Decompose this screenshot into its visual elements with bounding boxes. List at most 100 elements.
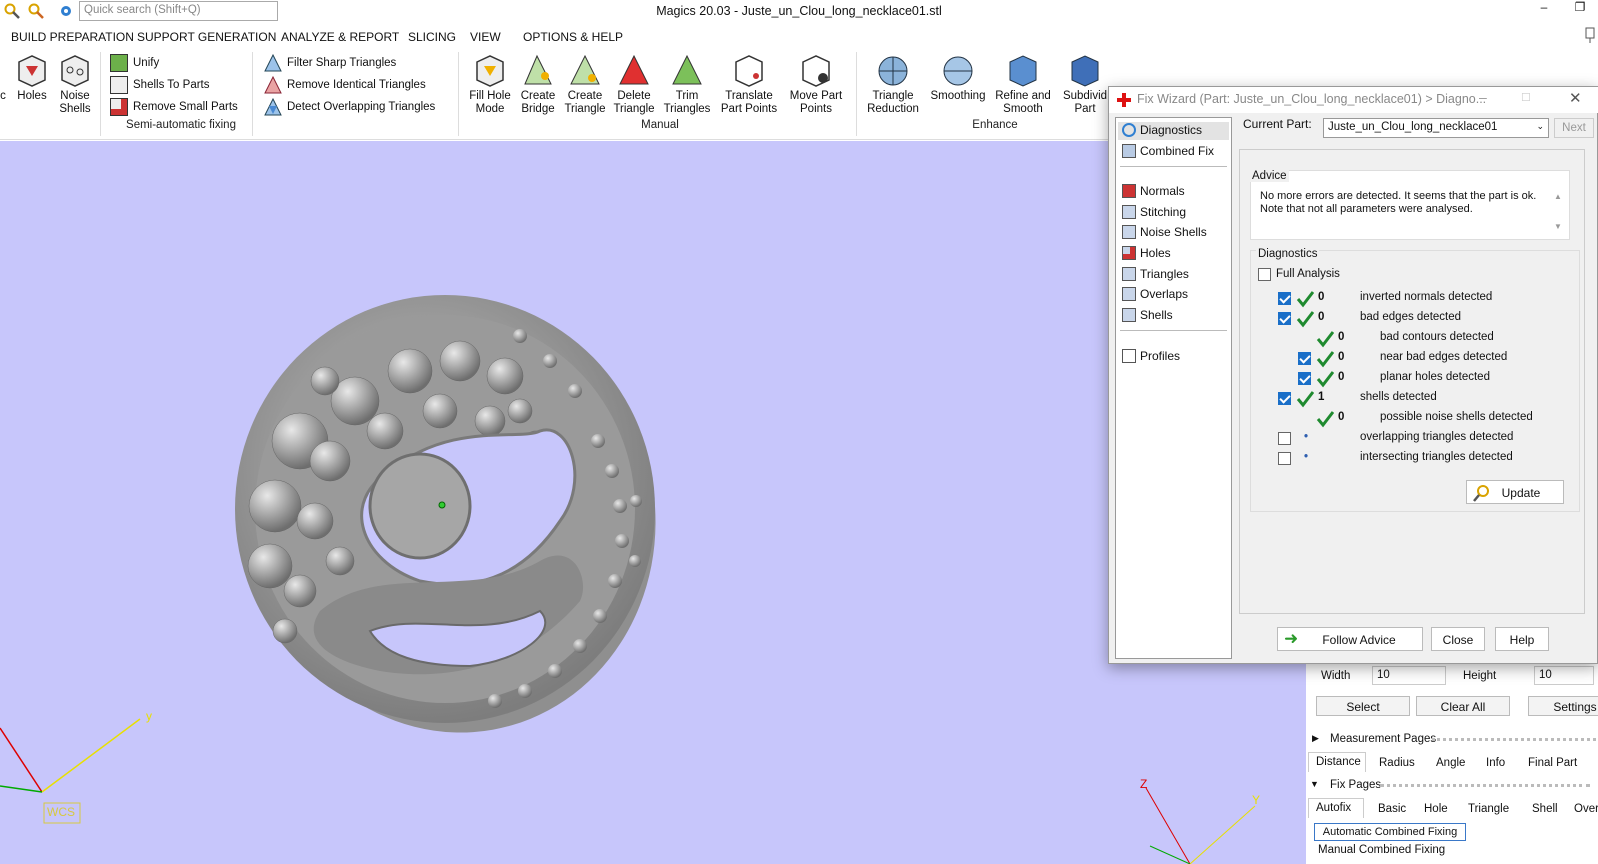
nav-overlaps[interactable]: Overlaps	[1122, 287, 1188, 301]
move-l1: Move Part	[789, 90, 843, 102]
current-part-select[interactable]: Juste_un_Clou_long_necklace01 ⌄	[1323, 118, 1549, 138]
noise-shells-button[interactable]: Noise Shells	[55, 54, 95, 116]
nav-stitching[interactable]: Stitching	[1122, 205, 1186, 219]
unify-button[interactable]: Unify	[110, 54, 159, 72]
tab-triangle[interactable]: Triangle	[1468, 803, 1509, 815]
create-triangle-button[interactable]: Create Triangle	[562, 54, 608, 116]
clear-all-button[interactable]: Clear All	[1416, 696, 1510, 716]
follow-advice-label: Follow Advice	[1322, 633, 1396, 647]
tab-angle[interactable]: Angle	[1436, 757, 1465, 769]
nav-divider	[1120, 330, 1227, 331]
height-input[interactable]: 10	[1534, 666, 1594, 685]
tab-radius[interactable]: Radius	[1379, 757, 1415, 769]
unify-icon	[110, 54, 128, 72]
tab-final-part[interactable]: Final Part	[1528, 757, 1577, 769]
diagnostic-checkbox[interactable]	[1278, 312, 1291, 325]
refine-smooth-button[interactable]: Refine and Smooth	[992, 54, 1054, 116]
tab-basic[interactable]: Basic	[1378, 803, 1406, 815]
remove-small-parts-button[interactable]: Remove Small Parts	[110, 98, 238, 116]
dialog-close-x-button[interactable]: ✕	[1569, 89, 1582, 107]
full-analysis-checkbox[interactable]	[1258, 268, 1271, 281]
triangle-reduction-button[interactable]: Triangle Reduction	[862, 54, 924, 116]
subdivide-l2: Part	[1074, 103, 1096, 115]
shells-to-parts-button[interactable]: Shells To Parts	[110, 76, 210, 94]
nav-holes[interactable]: Holes	[1122, 246, 1171, 260]
fill-hole-mode-button[interactable]: Fill Hole Mode	[466, 54, 514, 116]
normals-icon	[1122, 184, 1136, 198]
pin-icon[interactable]	[1584, 26, 1598, 44]
remove-identical-triangles-button[interactable]: Remove Identical Triangles	[264, 76, 426, 94]
follow-advice-button[interactable]: ➜ Follow Advice	[1277, 627, 1423, 651]
fill-hole-l1: Fill Hole	[469, 90, 511, 102]
smoothing-icon	[943, 56, 973, 86]
dialog-minimize-button[interactable]: –	[1479, 89, 1487, 105]
diagnostic-checkbox[interactable]	[1298, 352, 1311, 365]
diagnostic-checkbox[interactable]	[1278, 292, 1291, 305]
holes-button[interactable]: Holes	[14, 54, 50, 103]
tab-autofix[interactable]: Autofix	[1316, 802, 1351, 814]
cube-icon	[1122, 144, 1136, 158]
nav-combined-fix[interactable]: Combined Fix	[1122, 144, 1214, 158]
filter-sharp-label: Filter Sharp Triangles	[287, 57, 397, 69]
update-button[interactable]: Update	[1466, 480, 1564, 504]
menu-analyze-report[interactable]: ANALYZE & REPORT	[281, 30, 399, 44]
menu-slicing[interactable]: SLICING	[408, 30, 456, 44]
tab-info[interactable]: Info	[1486, 757, 1505, 769]
dialog-maximize-button[interactable]: ☐	[1521, 91, 1531, 104]
tab-distance[interactable]: Distance	[1316, 756, 1361, 768]
manual-combined-fixing-button[interactable]: Manual Combined Fixing	[1318, 844, 1445, 856]
full-analysis-label: Full Analysis	[1276, 268, 1340, 280]
restore-button[interactable]: ❐	[1568, 0, 1592, 20]
reduction-l1: Triangle	[872, 90, 914, 102]
filter-sharp-triangles-button[interactable]: Filter Sharp Triangles	[264, 54, 396, 72]
ribbon-partial-button[interactable]: c	[0, 54, 10, 103]
nav-divider	[1120, 166, 1227, 167]
nav-label: Normals	[1140, 184, 1185, 198]
select-button[interactable]: Select	[1316, 696, 1410, 716]
width-input[interactable]: 10	[1372, 666, 1446, 685]
diagnostic-checkbox[interactable]	[1278, 392, 1291, 405]
nav-noise-shells[interactable]: Noise Shells	[1122, 225, 1207, 239]
smoothing-button[interactable]: Smoothing	[928, 54, 988, 103]
create-bridge-button[interactable]: Create Bridge	[516, 54, 560, 116]
nav-label: Stitching	[1140, 205, 1187, 219]
diagnostic-checkbox[interactable]	[1278, 452, 1291, 465]
translate-part-points-button[interactable]: Translate Part Points	[718, 54, 780, 116]
nav-normals[interactable]: Normals	[1122, 184, 1185, 198]
menu-build-preparation[interactable]: BUILD PREPARATION	[11, 30, 134, 44]
nav-diagnostics[interactable]: Diagnostics	[1122, 123, 1202, 137]
fix-pages-header[interactable]: Fix Pages	[1330, 779, 1381, 791]
automatic-combined-fixing-button[interactable]: Automatic Combined Fixing	[1314, 823, 1466, 841]
next-button[interactable]: Next	[1554, 118, 1594, 138]
trim-l1: Trim	[675, 90, 699, 102]
delete-triangle-button[interactable]: Delete Triangle	[610, 54, 658, 116]
separator	[1432, 738, 1598, 741]
measurement-pages-header[interactable]: Measurement Pages	[1330, 733, 1436, 745]
diagnostic-label: possible noise shells detected	[1380, 411, 1533, 423]
nav-profiles[interactable]: Profiles	[1122, 349, 1180, 363]
collapse-fix-icon[interactable]: ▼	[1310, 779, 1319, 789]
expand-measurement-icon[interactable]: ▶	[1312, 733, 1319, 744]
menu-support-generation[interactable]: SUPPORT GENERATION	[137, 30, 276, 44]
menu-options-help[interactable]: OPTIONS & HELP	[523, 30, 623, 44]
nav-shells[interactable]: Shells	[1122, 308, 1173, 322]
scroll-down-icon[interactable]: ▼	[1554, 222, 1562, 231]
help-button[interactable]: Help	[1495, 627, 1549, 651]
move-part-points-button[interactable]: Move Part Points	[788, 54, 844, 116]
checkmark-icon	[1316, 351, 1334, 368]
tab-shell[interactable]: Shell	[1532, 803, 1558, 815]
menu-view[interactable]: VIEW	[470, 30, 501, 44]
close-button[interactable]: Close	[1431, 627, 1485, 651]
tab-overlap[interactable]: Over	[1574, 803, 1598, 815]
minimize-button[interactable]: –	[1532, 0, 1556, 20]
diagnostic-checkbox[interactable]	[1298, 372, 1311, 385]
tab-hole[interactable]: Hole	[1424, 803, 1448, 815]
scroll-up-icon[interactable]: ▲	[1554, 192, 1562, 201]
settings-button[interactable]: Settings	[1528, 696, 1598, 716]
trim-triangles-button[interactable]: Trim Triangles	[662, 54, 712, 116]
subdivide-part-button[interactable]: Subdivid Part	[1060, 54, 1110, 116]
diagnostic-row: 0 planar holes detected	[1240, 370, 1586, 388]
nav-triangles[interactable]: Triangles	[1122, 267, 1189, 281]
diagnostic-checkbox[interactable]	[1278, 432, 1291, 445]
detect-overlapping-triangles-button[interactable]: Detect Overlapping Triangles	[264, 98, 435, 116]
